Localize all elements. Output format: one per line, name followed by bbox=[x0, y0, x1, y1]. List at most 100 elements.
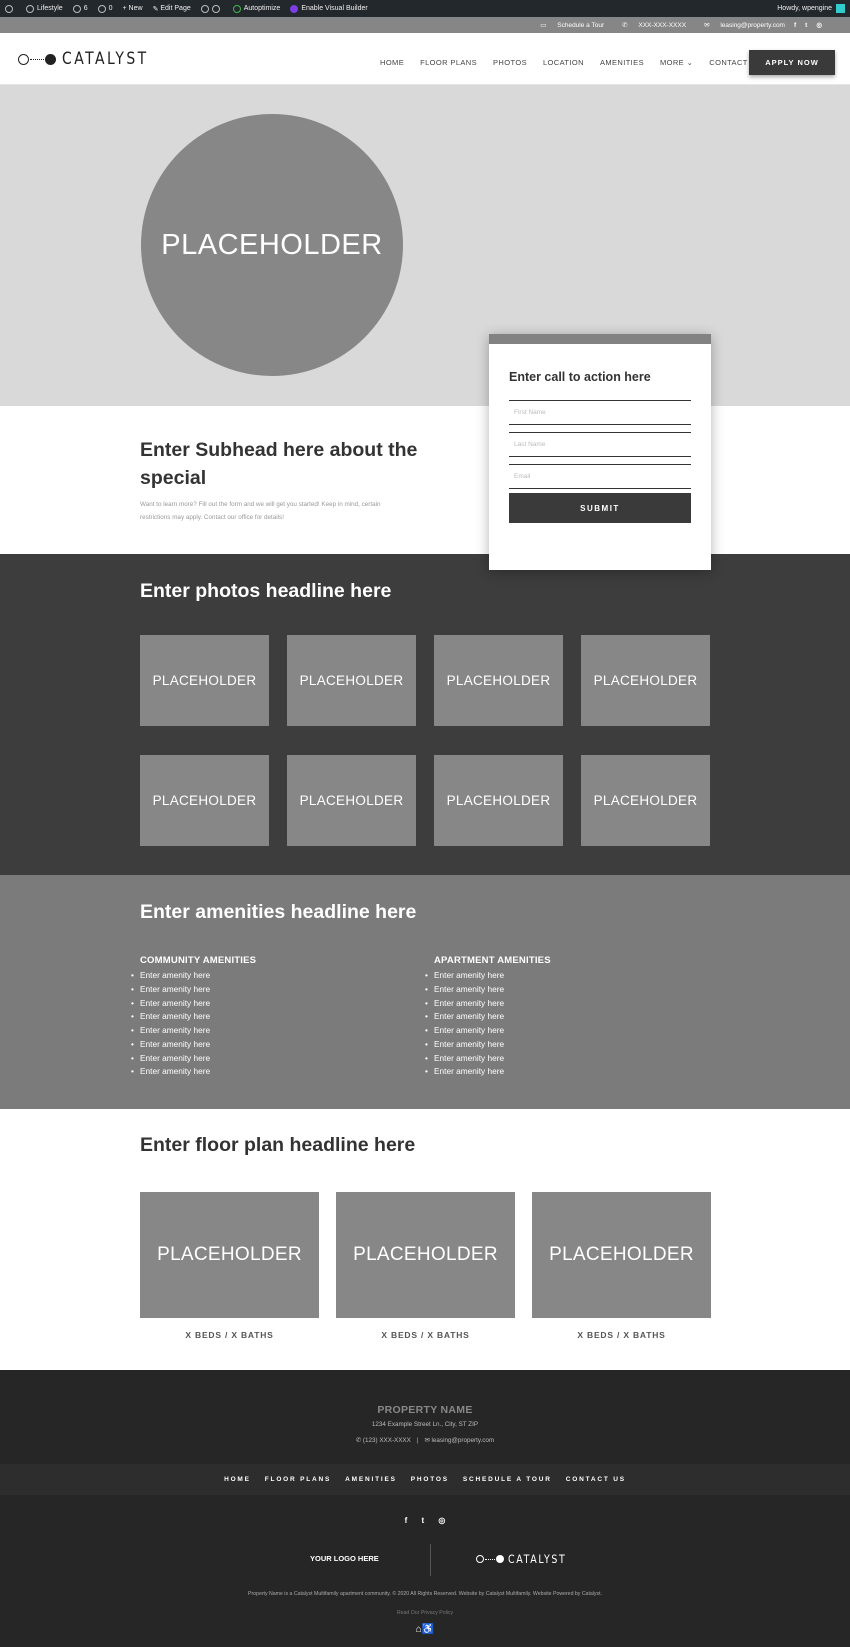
nav-more[interactable]: MORE ⌄ bbox=[660, 58, 693, 67]
floor-plan-headline: Enter floor plan headline here bbox=[140, 1134, 416, 1156]
list-item: Enter amenity here bbox=[131, 1010, 256, 1024]
your-logo-placeholder: YOUR LOGO HERE bbox=[310, 1554, 379, 1563]
instagram-icon[interactable]: ◎ bbox=[816, 21, 822, 29]
footer-address: 1234 Example Street Ln., City, ST ZIP bbox=[371, 1421, 479, 1428]
wheelchair-icon: ♿ bbox=[421, 1624, 435, 1635]
submit-button[interactable]: SUBMIT bbox=[509, 493, 691, 523]
avatar bbox=[836, 4, 845, 13]
floor-plan-grid: PLACEHOLDER X BEDS / X BATHS PLACEHOLDER… bbox=[140, 1192, 728, 1340]
twitter-icon[interactable]: t bbox=[422, 1516, 425, 1525]
divider bbox=[430, 1544, 431, 1576]
logo-dots bbox=[485, 1558, 495, 1560]
schedule-tour-link[interactable]: ▭ Schedule a Tour bbox=[531, 21, 604, 30]
instagram-icon[interactable]: ◎ bbox=[438, 1516, 445, 1525]
site-logo[interactable]: CATALYST bbox=[18, 49, 168, 69]
site-footer: PROPERTY NAME 1234 Example Street Ln., C… bbox=[0, 1370, 850, 1647]
wordpress-logo[interactable] bbox=[5, 4, 16, 13]
envelope-icon: ✉ bbox=[424, 1437, 432, 1444]
footer-nav-home[interactable]: HOME bbox=[224, 1476, 251, 1483]
site-header: CATALYST HOME FLOOR PLANS PHOTOS LOCATIO… bbox=[0, 33, 850, 85]
accessibility-icons: ⌂♿ bbox=[0, 1624, 850, 1635]
footer-phone-link[interactable]: (123) XXX-XXXX bbox=[363, 1437, 411, 1444]
floor-plan-card[interactable]: PLACEHOLDER X BEDS / X BATHS bbox=[140, 1192, 319, 1340]
admin-updates[interactable]: 6 bbox=[72, 4, 88, 13]
footer-nav-schedule-tour[interactable]: SCHEDULE A TOUR bbox=[463, 1476, 552, 1483]
footer-nav-photos[interactable]: PHOTOS bbox=[411, 1476, 449, 1483]
facebook-icon[interactable]: f bbox=[405, 1516, 408, 1525]
refresh-icon bbox=[72, 4, 81, 13]
admin-edit-page[interactable]: ✎ Edit Page bbox=[153, 5, 191, 13]
special-section: Enter Subhead here about the special Wan… bbox=[0, 406, 850, 554]
admin-comments[interactable]: 0 bbox=[97, 4, 113, 13]
footer-nav-amenities[interactable]: AMENITIES bbox=[345, 1476, 397, 1483]
special-body: Want to learn more? Fill out the form an… bbox=[140, 501, 381, 521]
logo-dot-icon bbox=[45, 53, 56, 65]
divi-icon bbox=[290, 4, 299, 13]
photo-thumbnail[interactable]: PLACEHOLDER bbox=[581, 635, 710, 726]
cta-form-card: Enter call to action here First Name Las… bbox=[489, 334, 711, 570]
list-item: Enter amenity here bbox=[425, 983, 551, 997]
amenities-headline: Enter amenities headline here bbox=[140, 901, 417, 923]
photo-thumbnail[interactable]: PLACEHOLDER bbox=[287, 755, 416, 846]
list-item: Enter amenity here bbox=[131, 983, 256, 997]
community-amenities: COMMUNITY AMENITIES Enter amenity here E… bbox=[131, 955, 256, 1079]
facebook-icon[interactable]: f bbox=[794, 22, 796, 29]
floor-plans-section: Enter floor plan headline here PLACEHOLD… bbox=[0, 1109, 850, 1370]
photo-thumbnail[interactable]: PLACEHOLDER bbox=[287, 635, 416, 726]
apartment-amenities-title: APARTMENT AMENITIES bbox=[434, 955, 551, 966]
nav-location[interactable]: LOCATION bbox=[543, 58, 584, 67]
admin-account[interactable]: Howdy, wpengine bbox=[777, 4, 845, 13]
admin-visual-builder[interactable]: Enable Visual Builder bbox=[290, 4, 368, 13]
list-item: Enter amenity here bbox=[425, 1038, 551, 1052]
last-name-field[interactable]: Last Name bbox=[509, 432, 691, 457]
pencil-icon: ✎ bbox=[152, 5, 161, 13]
nav-photos[interactable]: PHOTOS bbox=[493, 58, 527, 67]
privacy-policy-link[interactable]: Read Our Privacy Policy bbox=[0, 1610, 850, 1616]
main-nav: HOME FLOOR PLANS PHOTOS LOCATION AMENITI… bbox=[380, 58, 777, 67]
plugin-icon bbox=[211, 4, 220, 13]
floor-plan-caption: X BEDS / X BATHS bbox=[185, 1330, 274, 1340]
list-item: Enter amenity here bbox=[131, 1065, 256, 1079]
admin-autoptimize[interactable]: Autoptimize bbox=[232, 4, 280, 13]
logo-dot-icon bbox=[496, 1555, 504, 1563]
photos-headline: Enter photos headline here bbox=[140, 580, 392, 602]
cta-title: Enter call to action here bbox=[509, 370, 651, 384]
apply-now-button[interactable]: APPLY NOW bbox=[749, 50, 835, 75]
photo-thumbnail[interactable]: PLACEHOLDER bbox=[140, 755, 269, 846]
footer-nav: HOME FLOOR PLANS AMENITIES PHOTOS SCHEDU… bbox=[0, 1464, 850, 1495]
admin-plugin-icons[interactable] bbox=[200, 4, 223, 13]
footer-email-link[interactable]: leasing@property.com bbox=[432, 1437, 495, 1444]
photo-thumbnail[interactable]: PLACEHOLDER bbox=[434, 755, 563, 846]
logo-ring-icon bbox=[476, 1555, 484, 1563]
nav-floor-plans[interactable]: FLOOR PLANS bbox=[420, 58, 477, 67]
wordpress-icon bbox=[5, 4, 13, 13]
twitter-icon[interactable]: t bbox=[805, 22, 807, 29]
phone-link[interactable]: ✆ XXX-XXX-XXXX bbox=[613, 21, 686, 30]
admin-new[interactable]: + New bbox=[123, 5, 143, 12]
floor-plan-card[interactable]: PLACEHOLDER X BEDS / X BATHS bbox=[336, 1192, 515, 1340]
footer-logos: YOUR LOGO HERE CATALYST bbox=[0, 1544, 850, 1576]
top-info-bar: ▭ Schedule a Tour ✆ XXX-XXX-XXXX ✉ leasi… bbox=[0, 17, 850, 33]
catalyst-logo[interactable]: CATALYST bbox=[476, 1552, 579, 1566]
comment-icon bbox=[97, 4, 106, 13]
phone-icon: ✆ bbox=[355, 1437, 363, 1444]
nav-home[interactable]: HOME bbox=[380, 58, 404, 67]
photo-thumbnail[interactable]: PLACEHOLDER bbox=[140, 635, 269, 726]
first-name-field[interactable]: First Name bbox=[509, 400, 691, 425]
footer-nav-contact-us[interactable]: CONTACT US bbox=[566, 1476, 626, 1483]
plugin-icon bbox=[200, 4, 209, 13]
photo-thumbnail[interactable]: PLACEHOLDER bbox=[434, 635, 563, 726]
footer-contact: ✆ (123) XXX-XXXX | ✉ leasing@property.com bbox=[0, 1437, 850, 1444]
list-item: Enter amenity here bbox=[425, 969, 551, 983]
list-item: Enter amenity here bbox=[131, 1038, 256, 1052]
photos-section: Enter photos headline here PLACEHOLDER P… bbox=[0, 554, 850, 875]
email-link[interactable]: ✉ leasing@property.com bbox=[695, 21, 785, 30]
footer-nav-floor-plans[interactable]: FLOOR PLANS bbox=[265, 1476, 331, 1483]
email-field[interactable]: Email bbox=[509, 464, 691, 489]
admin-site-link[interactable]: Lifestyle bbox=[26, 4, 63, 13]
photo-thumbnail[interactable]: PLACEHOLDER bbox=[581, 755, 710, 846]
list-item: Enter amenity here bbox=[425, 1010, 551, 1024]
logo-text: CATALYST bbox=[62, 49, 149, 69]
floor-plan-card[interactable]: PLACEHOLDER X BEDS / X BATHS bbox=[532, 1192, 711, 1340]
nav-amenities[interactable]: AMENITIES bbox=[600, 58, 644, 67]
